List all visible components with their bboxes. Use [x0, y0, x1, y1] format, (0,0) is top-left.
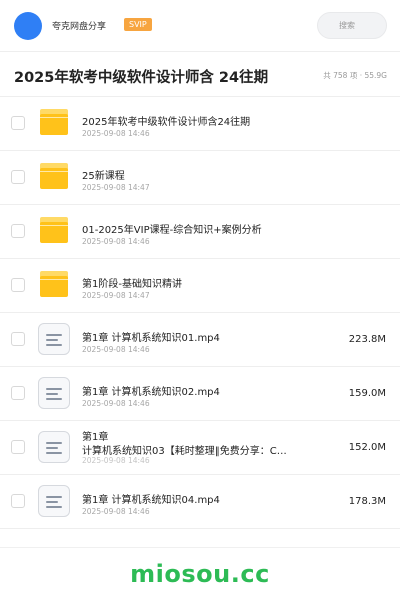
select-checkbox[interactable] — [11, 386, 25, 400]
item-size: 152.0M — [348, 442, 386, 453]
list-item[interactable]: 25新课程 2025-09-08 14:47 — [0, 151, 400, 205]
item-count: 共 758 项 · 55.9G — [323, 71, 387, 80]
item-size: 223.8M — [348, 334, 386, 345]
item-name: 01-2025年VIP课程-综合知识+案例分析 — [82, 225, 262, 236]
list-item[interactable]: 第1阶段-基础知识精讲 2025-09-08 14:47 — [0, 259, 400, 313]
list-item[interactable]: 2025年软考中级软件设计师含24往期 2025-09-08 14:46 — [0, 97, 400, 151]
folder-title-row: 2025年软考中级软件设计师含 24往期 共 758 项 · 55.9G — [0, 52, 400, 97]
page-title: 2025年软考中级软件设计师含 24往期 — [14, 70, 269, 86]
item-name: 第1阶段-基础知识精讲 — [82, 279, 182, 290]
document-icon — [38, 377, 70, 409]
item-size: 178.3M — [348, 496, 386, 507]
list-item[interactable]: 2025-09-08 14:46 第1章 计算机系统知识03【耗时整理‖免费分享… — [0, 421, 400, 475]
item-date: 2025-09-08 14:46 — [82, 237, 150, 246]
item-name: 第1章 计算机系统知识03【耗时整理‖免费分享：C… — [82, 431, 312, 459]
list-item[interactable]: 第1章 计算机系统知识02.mp4 2025-09-08 14:46 159.0… — [0, 367, 400, 421]
item-date: 2025-09-08 14:46 — [82, 345, 150, 354]
avatar[interactable] — [14, 12, 42, 40]
item-date: 2025-09-08 14:47 — [82, 291, 150, 300]
item-name-line2: 计算机系统知识03【耗时整理‖免费分享：C… — [82, 446, 287, 457]
folder-icon — [40, 217, 68, 243]
search-placeholder: 搜索 — [339, 21, 355, 30]
top-bar: 夸克网盘分享 SVIP 搜索 — [0, 0, 400, 52]
item-name: 2025年软考中级软件设计师含24往期 — [82, 117, 251, 128]
select-checkbox[interactable] — [11, 440, 25, 454]
select-checkbox[interactable] — [11, 224, 25, 238]
select-checkbox[interactable] — [11, 332, 25, 346]
list-footer — [0, 530, 400, 548]
document-icon — [38, 323, 70, 355]
item-name: 25新课程 — [82, 171, 125, 182]
folder-icon — [40, 271, 68, 297]
watermark: miosou.cc — [130, 560, 270, 588]
folder-icon — [40, 109, 68, 135]
item-size: 159.0M — [348, 388, 386, 399]
item-name: 第1章 计算机系统知识01.mp4 — [82, 333, 220, 344]
item-date: 2025-09-08 14:46 — [82, 507, 150, 516]
list-item[interactable]: 第1章 计算机系统知识01.mp4 2025-09-08 14:46 223.8… — [0, 313, 400, 367]
select-checkbox[interactable] — [11, 494, 25, 508]
document-icon — [38, 431, 70, 463]
file-list: 2025年软考中级软件设计师含24往期 2025-09-08 14:46 25新… — [0, 97, 400, 529]
item-date: 2025-09-08 14:46 — [82, 399, 150, 408]
list-item[interactable]: 01-2025年VIP课程-综合知识+案例分析 2025-09-08 14:46 — [0, 205, 400, 259]
folder-icon — [40, 163, 68, 189]
item-date: 2025-09-08 14:46 — [82, 129, 150, 138]
search-input[interactable]: 搜索 — [317, 12, 387, 39]
select-checkbox[interactable] — [11, 170, 25, 184]
item-name: 第1章 计算机系统知识02.mp4 — [82, 387, 220, 398]
brand-name: 夸克网盘分享 — [52, 22, 107, 32]
item-name: 第1章 计算机系统知识04.mp4 — [82, 495, 220, 506]
item-name-line1: 第1章 — [82, 432, 109, 443]
document-icon — [38, 485, 70, 517]
select-checkbox[interactable] — [11, 278, 25, 292]
list-item[interactable]: 第1章 计算机系统知识04.mp4 2025-09-08 14:46 178.3… — [0, 475, 400, 529]
svip-badge: SVIP — [124, 18, 152, 31]
item-date: 2025-09-08 14:47 — [82, 183, 150, 192]
select-checkbox[interactable] — [11, 116, 25, 130]
